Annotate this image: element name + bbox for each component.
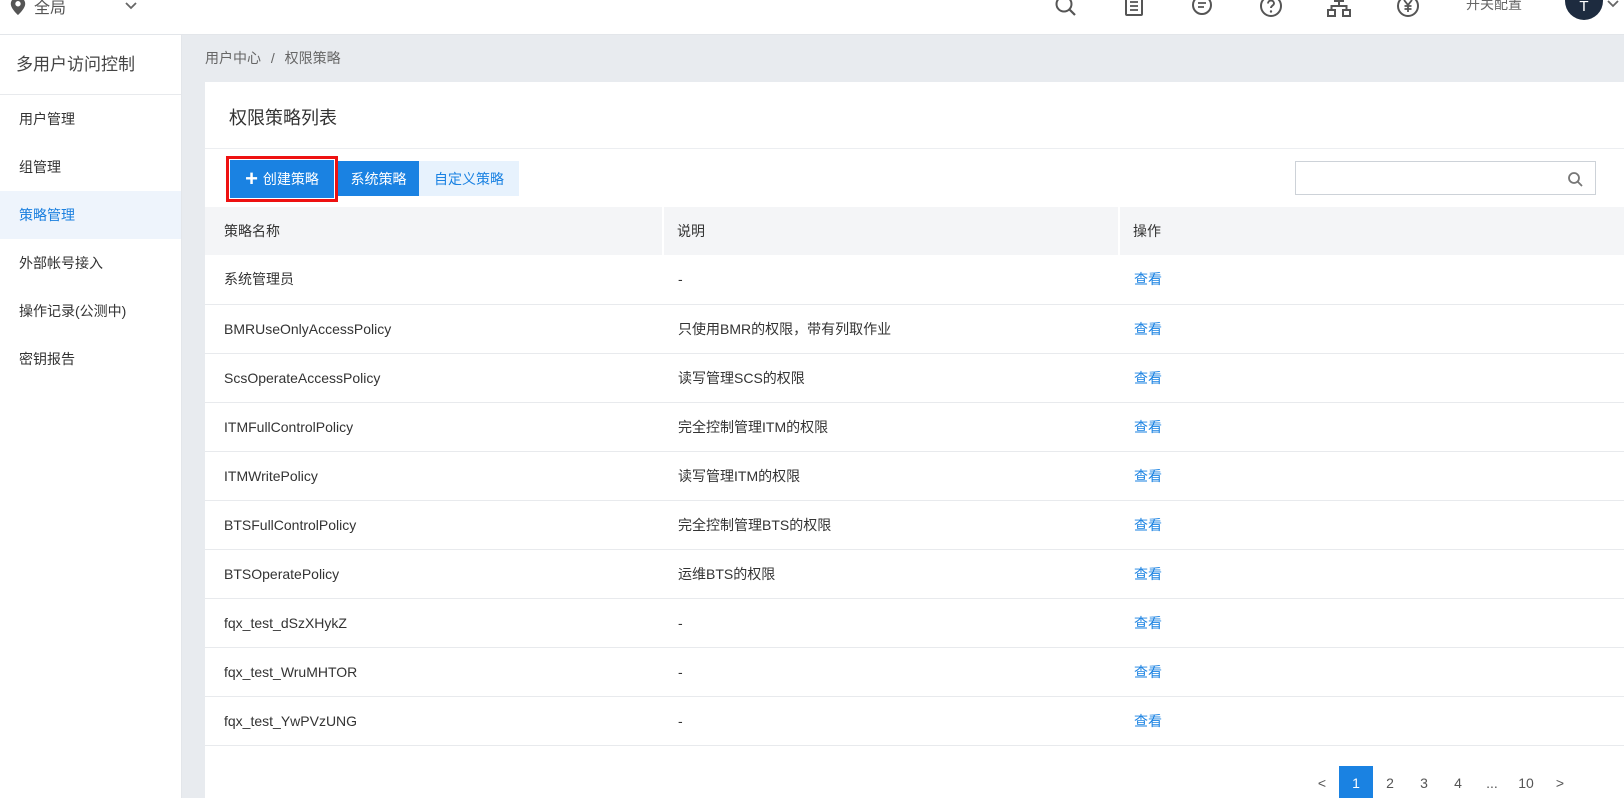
policy-name: fqx_test_YwPVzUNG — [205, 696, 663, 746]
view-link[interactable]: 查看 — [1134, 517, 1162, 533]
policy-name: ScsOperateAccessPolicy — [205, 353, 663, 403]
tab-custom-policies[interactable]: 自定义策略 — [419, 161, 519, 196]
table-row: ITMFullControlPolicy 完全控制管理ITM的权限 查看 — [205, 402, 1624, 452]
help-icon[interactable] — [1259, 0, 1283, 18]
pagination-page[interactable]: 1 — [1339, 766, 1373, 798]
pagination-page[interactable]: 4 — [1441, 766, 1475, 798]
breadcrumb-home[interactable]: 用户中心 — [205, 50, 261, 66]
column-header-action: 操作 — [1118, 207, 1624, 255]
policy-name: BTSFullControlPolicy — [205, 500, 663, 550]
sidebar-item-operation-log[interactable]: 操作记录(公测中) — [0, 287, 181, 335]
column-header-name: 策略名称 — [205, 207, 663, 255]
policy-name: ITMWritePolicy — [205, 451, 663, 501]
search-icon[interactable] — [1567, 171, 1583, 187]
message-icon[interactable] — [1190, 0, 1214, 18]
policy-description: - — [663, 598, 1119, 648]
sidebar-title: 多用户访问控制 — [0, 35, 181, 95]
pagination-page[interactable]: 2 — [1373, 766, 1407, 798]
search-icon[interactable] — [1054, 0, 1078, 18]
switch-config-link[interactable]: 开关配置 — [1466, 0, 1522, 14]
policy-description: 只使用BMR的权限，带有列取作业 — [663, 304, 1119, 354]
policy-name: ITMFullControlPolicy — [205, 402, 663, 452]
policy-list-card: 权限策略列表 + 创建策略 系统策略 自定义策略 策略名称 说明 操作 系统管理… — [205, 82, 1624, 798]
divider — [205, 148, 1624, 149]
table-row: BTSOperatePolicy 运维BTS的权限 查看 — [205, 549, 1624, 599]
avatar[interactable]: T — [1565, 0, 1603, 20]
view-link[interactable]: 查看 — [1134, 566, 1162, 582]
policy-name: 系统管理员 — [205, 255, 663, 305]
sidebar: 多用户访问控制 用户管理 组管理 策略管理 外部帐号接入 操作记录(公测中) 密… — [0, 35, 182, 798]
top-bar: 全局 开关配置 T — [0, 0, 1624, 35]
region-label: 全局 — [34, 0, 67, 17]
view-link[interactable]: 查看 — [1134, 321, 1162, 337]
pagination: < 1 2 3 4 ... 10 > — [1305, 766, 1577, 798]
search-box — [1295, 161, 1596, 195]
table-header-row: 策略名称 说明 操作 — [205, 207, 1624, 255]
policy-description: - — [663, 255, 1119, 305]
create-policy-button[interactable]: + 创建策略 — [226, 156, 338, 202]
policy-description: - — [663, 696, 1119, 746]
page-title: 权限策略列表 — [229, 108, 337, 128]
policy-name: fqx_test_WruMHTOR — [205, 647, 663, 697]
pagination-page[interactable]: 3 — [1407, 766, 1441, 798]
view-link[interactable]: 查看 — [1134, 615, 1162, 631]
policy-name: fqx_test_dSzXHykZ — [205, 598, 663, 648]
document-icon[interactable] — [1122, 0, 1146, 18]
table-row: ScsOperateAccessPolicy 读写管理SCS的权限 查看 — [205, 353, 1624, 403]
location-pin-icon — [10, 0, 26, 15]
breadcrumb-current: 权限策略 — [284, 50, 341, 66]
table-row: fqx_test_WruMHTOR - 查看 — [205, 647, 1624, 697]
pagination-ellipsis: ... — [1486, 775, 1498, 791]
search-input[interactable] — [1296, 162, 1556, 194]
policy-description: 运维BTS的权限 — [663, 549, 1119, 599]
breadcrumb-separator: / — [270, 50, 275, 66]
table-row: fqx_test_dSzXHykZ - 查看 — [205, 598, 1624, 648]
policy-name: BTSOperatePolicy — [205, 549, 663, 599]
breadcrumb: 用户中心 / 权限策略 — [205, 48, 347, 68]
table-row: fqx_test_YwPVzUNG - 查看 — [205, 696, 1624, 746]
view-link[interactable]: 查看 — [1134, 419, 1162, 435]
sidebar-item-key-report[interactable]: 密钥报告 — [0, 335, 181, 383]
chevron-down-icon — [125, 2, 137, 10]
table-row: ITMWritePolicy 读写管理ITM的权限 查看 — [205, 451, 1624, 501]
sidebar-item-policies[interactable]: 策略管理 — [0, 191, 181, 239]
policy-description: 完全控制管理BTS的权限 — [663, 500, 1119, 550]
pagination-prev[interactable]: < — [1305, 766, 1339, 798]
table-row: BMRUseOnlyAccessPolicy 只使用BMR的权限，带有列取作业 查看 — [205, 304, 1624, 354]
policy-description: - — [663, 647, 1119, 697]
policy-description: 完全控制管理ITM的权限 — [663, 402, 1119, 452]
plus-icon: + — [245, 166, 258, 191]
view-link[interactable]: 查看 — [1134, 370, 1162, 386]
tab-system-policies[interactable]: 系统策略 — [338, 161, 419, 196]
view-link[interactable]: 查看 — [1134, 664, 1162, 680]
table-row: 系统管理员 - 查看 — [205, 255, 1624, 305]
view-link[interactable]: 查看 — [1134, 468, 1162, 484]
pagination-next[interactable]: > — [1543, 766, 1577, 798]
sidebar-item-groups[interactable]: 组管理 — [0, 143, 181, 191]
sidebar-item-users[interactable]: 用户管理 — [0, 95, 181, 143]
policy-name: BMRUseOnlyAccessPolicy — [205, 304, 663, 354]
region-selector[interactable]: 全局 — [10, 0, 138, 18]
pagination-page[interactable]: 10 — [1509, 766, 1543, 798]
policy-description: 读写管理SCS的权限 — [663, 353, 1119, 403]
table-row: BTSFullControlPolicy 完全控制管理BTS的权限 查看 — [205, 500, 1624, 550]
create-policy-label: 创建策略 — [262, 171, 319, 187]
sidebar-item-external-accounts[interactable]: 外部帐号接入 — [0, 239, 181, 287]
chevron-down-icon[interactable] — [1606, 0, 1620, 10]
view-link[interactable]: 查看 — [1134, 713, 1162, 729]
column-header-description: 说明 — [662, 207, 1119, 255]
policy-description: 读写管理ITM的权限 — [663, 451, 1119, 501]
org-icon[interactable] — [1327, 0, 1351, 18]
policy-table: 策略名称 说明 操作 系统管理员 - 查看 BMRUseOnlyAccessPoli… — [205, 207, 1624, 746]
view-link[interactable]: 查看 — [1134, 271, 1162, 287]
yuan-icon[interactable] — [1396, 0, 1420, 18]
